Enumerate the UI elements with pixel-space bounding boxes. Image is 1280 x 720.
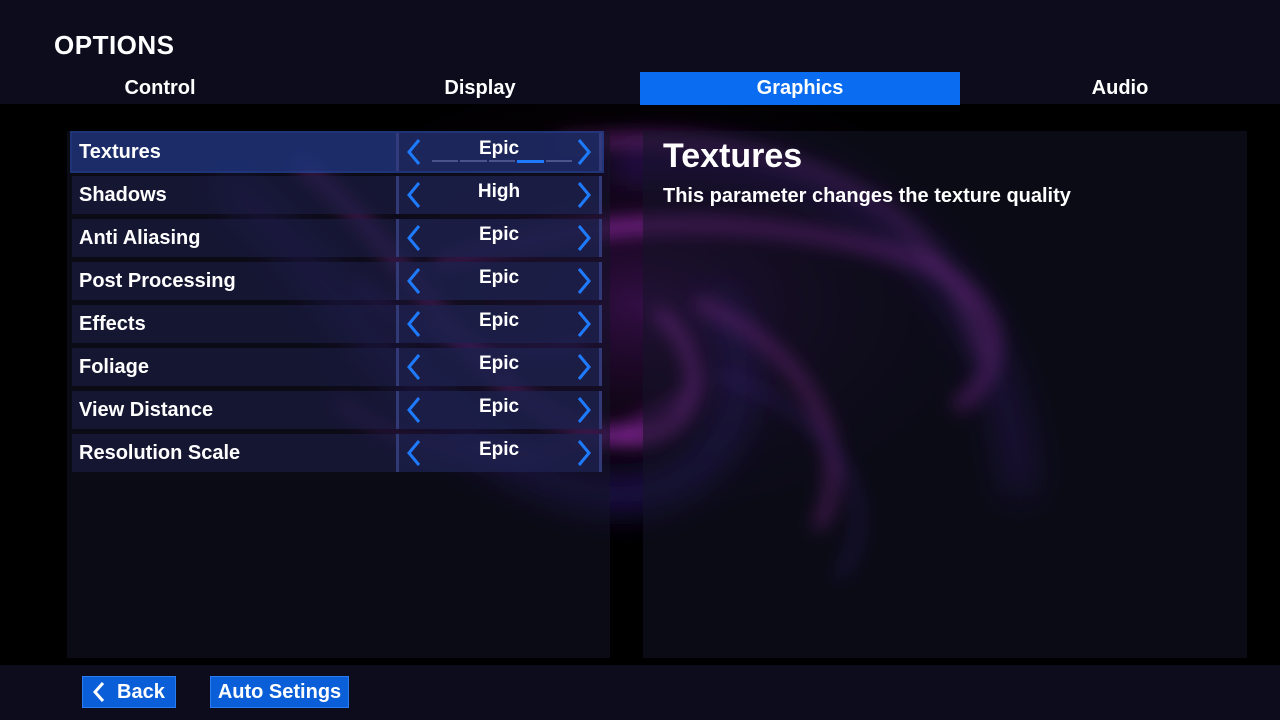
chevron-left-icon[interactable] <box>403 395 425 425</box>
chevron-left-icon[interactable] <box>403 180 425 210</box>
chevron-right-icon[interactable] <box>573 395 595 425</box>
chevron-left-icon <box>92 682 105 702</box>
bottom-bar: Back Auto Setings <box>0 665 1280 720</box>
setting-value: Epic <box>478 224 520 245</box>
chevron-left-icon[interactable] <box>403 438 425 468</box>
chevron-right-icon[interactable] <box>573 352 595 382</box>
value-selector: Epic <box>396 391 602 429</box>
description-title: Textures <box>663 137 803 175</box>
setting-value: Epic <box>478 353 520 374</box>
back-button[interactable]: Back <box>82 676 176 708</box>
value-selector: Epic <box>396 348 602 386</box>
level-pip-active <box>517 160 544 163</box>
setting-value: High <box>477 181 521 202</box>
setting-value: Epic <box>478 267 520 288</box>
auto-settings-button[interactable]: Auto Setings <box>210 676 349 708</box>
setting-label: Post Processing <box>79 270 236 292</box>
chevron-left-icon[interactable] <box>403 266 425 296</box>
setting-label: Foliage <box>79 356 150 378</box>
description-text: This parameter changes the texture quali… <box>663 185 1071 207</box>
tab-audio[interactable]: Audio <box>960 72 1280 105</box>
chevron-right-icon[interactable] <box>573 438 595 468</box>
back-button-label: Back <box>117 681 165 703</box>
chevron-right-icon[interactable] <box>573 137 595 167</box>
setting-row-post-processing[interactable]: Post Processing Epic <box>72 262 602 300</box>
tab-graphics[interactable]: Graphics <box>640 72 960 105</box>
value-selector: High <box>396 176 602 214</box>
setting-row-view-distance[interactable]: View Distance Epic <box>72 391 602 429</box>
chevron-left-icon[interactable] <box>403 137 425 167</box>
value-selector: Epic <box>396 305 602 343</box>
page-title: OPTIONS <box>54 30 175 60</box>
setting-value: Epic <box>478 396 520 417</box>
setting-label: Resolution Scale <box>79 442 241 464</box>
value-selector: Epic <box>396 262 602 300</box>
level-pip <box>460 160 487 162</box>
chevron-right-icon[interactable] <box>573 180 595 210</box>
setting-row-foliage[interactable]: Foliage Epic <box>72 348 602 386</box>
level-pip <box>488 160 516 162</box>
level-pip <box>432 160 459 162</box>
setting-row-textures[interactable]: Textures Epic <box>72 133 602 171</box>
setting-label: Anti Aliasing <box>79 227 201 249</box>
setting-label: Effects <box>79 313 146 335</box>
options-screen: OPTIONS Control Display Graphics Audio T… <box>0 0 1280 720</box>
value-selector: Epic <box>396 133 602 171</box>
setting-value: Epic <box>478 439 520 460</box>
setting-value: Epic <box>478 310 520 331</box>
setting-row-resolution-scale[interactable]: Resolution Scale Epic <box>72 434 602 472</box>
auto-settings-label: Auto Setings <box>217 681 342 703</box>
setting-row-shadows[interactable]: Shadows High <box>72 176 602 214</box>
value-selector: Epic <box>396 219 602 257</box>
chevron-left-icon[interactable] <box>403 309 425 339</box>
chevron-left-icon[interactable] <box>403 223 425 253</box>
setting-label: Shadows <box>79 184 167 206</box>
tab-display[interactable]: Display <box>320 72 640 105</box>
description-panel: Textures This parameter changes the text… <box>643 131 1247 658</box>
setting-label: Textures <box>79 141 161 163</box>
setting-label: View Distance <box>79 399 214 421</box>
chevron-right-icon[interactable] <box>573 223 595 253</box>
tab-control[interactable]: Control <box>0 72 320 105</box>
chevron-right-icon[interactable] <box>573 309 595 339</box>
settings-list-panel: Textures Epic Shadows High Anti Aliasing… <box>67 131 610 658</box>
setting-row-anti-aliasing[interactable]: Anti Aliasing Epic <box>72 219 602 257</box>
level-pip <box>545 160 573 162</box>
chevron-left-icon[interactable] <box>403 352 425 382</box>
setting-row-effects[interactable]: Effects Epic <box>72 305 602 343</box>
level-indicator <box>432 160 573 163</box>
chevron-right-icon[interactable] <box>573 266 595 296</box>
value-selector: Epic <box>396 434 602 472</box>
tab-bar: Control Display Graphics Audio <box>0 72 1280 105</box>
